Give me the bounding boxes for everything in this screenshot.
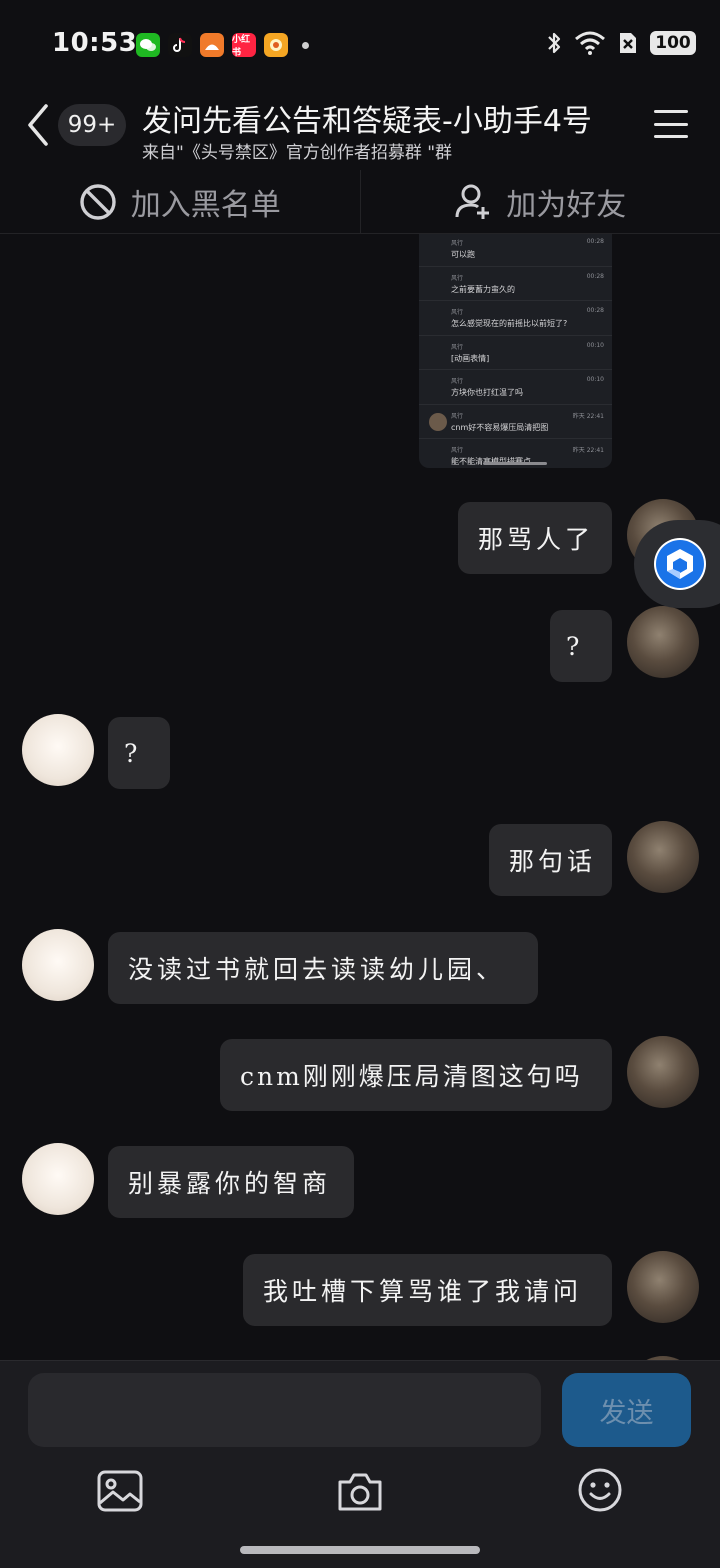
message-text: cnm刚刚爆压局清图这句吗 (240, 1062, 583, 1091)
add-friend-icon (455, 184, 490, 219)
message-bubble-sent[interactable]: 那骂人了 (458, 502, 612, 574)
xiaohongshu-icon: 小红书 (232, 33, 256, 58)
contact-avatar[interactable] (22, 714, 94, 786)
blacklist-label: 加入黑名单 (130, 187, 281, 223)
status-time: 10:53 (52, 28, 138, 58)
screenshot-row: 风行 00:28 怎么感觉现在的前摇比以前短了? (419, 301, 612, 336)
system-icons: 100 (546, 30, 696, 56)
screenshot-row: 风行 昨天 22:41 cnm好不容易爆压局清把图 (419, 405, 612, 439)
app-yellow-icon (264, 33, 288, 57)
message-bubble-received[interactable]: 别暴露你的智商 (108, 1146, 354, 1218)
shared-screenshot-image[interactable]: 风行 00:28 可以跑 风行 00:28 之前要蓄力蛮久的 风行 00:28 … (419, 234, 612, 468)
message-text: ? (124, 738, 142, 768)
input-bar: 发送 (0, 1360, 720, 1568)
message-bubble-received[interactable]: ? (108, 717, 170, 789)
battery-indicator: 100 (650, 31, 696, 55)
image-icon[interactable] (96, 1469, 144, 1513)
unread-badge[interactable]: 99+ (58, 104, 126, 146)
back-arrow-icon[interactable] (22, 100, 54, 150)
add-to-blacklist-button[interactable]: 加入黑名单 (0, 170, 361, 233)
no-sim-icon (620, 33, 636, 53)
assistant-cube-icon (654, 538, 706, 590)
screenshot-row: 风行 00:28 之前要蓄力蛮久的 (419, 267, 612, 301)
status-bar: 10:53 小红书 100 (0, 0, 720, 92)
message-text: 那句话 (509, 847, 597, 876)
screenshot-row: 风行 00:28 可以跑 (419, 234, 612, 267)
emoji-icon[interactable] (576, 1467, 624, 1513)
app-orange-icon (200, 33, 224, 57)
chat-subtitle: 来自"《头号禁区》官方创作者招募群 "群 (142, 143, 453, 163)
action-row: 加入黑名单 加为好友 (0, 170, 720, 234)
message-text: 别暴露你的智商 (128, 1169, 332, 1198)
block-icon (80, 183, 116, 220)
contact-avatar[interactable] (22, 929, 94, 1001)
message-bubble-sent[interactable]: ? (550, 610, 612, 682)
bluetooth-icon (548, 32, 561, 54)
message-text: 那骂人了 (478, 525, 595, 554)
menu-icon[interactable] (654, 110, 688, 138)
screenshot-row: 风行 00:10 方块你也打红温了吗 (419, 370, 612, 405)
more-notifications-dot (302, 41, 309, 49)
add-friend-label: 加为好友 (506, 187, 627, 223)
chat-screen: 10:53 小红书 100 99+ 发问先看公告和答疑表-小助手4号 来自"《头… (0, 0, 720, 1568)
floating-assistant-button[interactable] (634, 520, 720, 608)
notification-icons: 小红书 (136, 33, 309, 58)
screenshot-scroll-indicator (483, 462, 547, 465)
wechat-icon (136, 33, 160, 57)
message-text: 我吐槽下算骂谁了我请问 (263, 1277, 583, 1306)
message-bubble-sent[interactable]: cnm刚刚爆压局清图这句吗 (220, 1039, 612, 1111)
add-friend-button[interactable]: 加为好友 (361, 170, 720, 233)
message-text: 没读过书就回去读读幼儿园、 (128, 955, 506, 984)
message-list[interactable]: 风行 00:28 可以跑 风行 00:28 之前要蓄力蛮久的 风行 00:28 … (0, 234, 720, 1360)
message-text: ? (566, 631, 584, 661)
send-button[interactable]: 发送 (562, 1373, 691, 1447)
my-avatar[interactable] (627, 821, 699, 893)
tiktok-icon (168, 33, 192, 57)
message-bubble-sent[interactable]: 那句话 (489, 824, 612, 896)
chat-header: 99+ 发问先看公告和答疑表-小助手4号 来自"《头号禁区》官方创作者招募群 "… (0, 92, 720, 170)
screenshot-avatar (429, 412, 447, 431)
camera-icon[interactable] (336, 1469, 384, 1513)
screenshot-row: 风行 00:10 [动画表情] (419, 336, 612, 370)
message-bubble-sent[interactable]: 我吐槽下算骂谁了我请问 (243, 1254, 612, 1326)
chat-title: 发问先看公告和答疑表-小助手4号 (142, 104, 592, 139)
home-indicator[interactable] (240, 1546, 480, 1554)
my-avatar[interactable] (627, 606, 699, 678)
message-input[interactable] (28, 1373, 541, 1447)
message-bubble-received[interactable]: 没读过书就回去读读幼儿园、 (108, 932, 538, 1004)
wifi-icon (575, 31, 605, 55)
my-avatar[interactable] (627, 1251, 699, 1323)
contact-avatar[interactable] (22, 1143, 94, 1215)
my-avatar[interactable] (627, 1036, 699, 1108)
